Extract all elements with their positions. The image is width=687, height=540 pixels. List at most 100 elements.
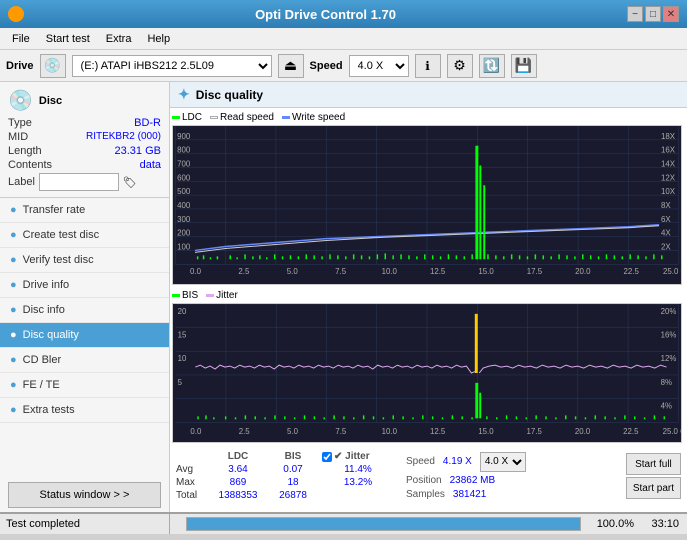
nav-create-test-disc[interactable]: ● Create test disc [0,223,169,248]
svg-text:22.5: 22.5 [624,267,640,276]
svg-text:16X: 16X [661,146,676,155]
progress-pct: 100.0% [589,518,634,530]
status-window-button[interactable]: Status window > > [8,482,161,508]
svg-text:5: 5 [178,378,183,387]
total-ldc: 1388353 [208,489,268,502]
stats-table: LDC BIS ✔ Jitter Avg 3.64 0.07 [172,450,398,502]
settings-button[interactable]: ⚙ [447,54,473,78]
close-button[interactable]: ✕ [663,6,679,22]
nav-extra-tests[interactable]: ● Extra tests [0,398,169,423]
disc-mid-value: RITEKBR2 (000) [86,131,161,143]
svg-text:17.5: 17.5 [527,267,543,276]
disc-type-value: BD-R [134,117,161,129]
disc-label-label: Label [8,176,35,188]
content-area: ✦ Disc quality LDC Read speed [170,82,687,512]
drive-select[interactable]: (E:) ATAPI iHBS212 2.5L09 [72,55,272,77]
chart2-container: BIS Jitter [172,290,685,446]
speed-info-label: Speed [406,456,435,467]
svg-text:300: 300 [177,215,191,224]
svg-text:600: 600 [177,173,191,182]
menu-start-test[interactable]: Start test [38,31,98,47]
svg-text:12%: 12% [661,354,677,363]
jitter-color-dot [206,294,214,297]
disc-title-row: 💿 Disc [8,88,161,113]
menu-file[interactable]: File [4,31,38,47]
disc-mid-row: MID RITEKBR2 (000) [8,131,161,143]
nav-disc-info[interactable]: ● Disc info [0,298,169,323]
svg-text:14X: 14X [661,159,676,168]
start-full-button[interactable]: Start full [626,453,681,475]
disc-type-label: Type [8,117,32,129]
svg-text:20.0: 20.0 [575,427,591,436]
avg-label: Avg [172,463,208,476]
svg-text:25.0 GB: 25.0 GB [663,427,682,436]
disc-contents-label: Contents [8,159,52,171]
window-controls: − □ ✕ [627,6,679,22]
svg-text:20: 20 [178,307,187,316]
speed-select[interactable]: 4.0 X [349,55,409,77]
bis-color-dot [172,294,180,297]
nav-verify-test-disc[interactable]: ● Verify test disc [0,248,169,273]
svg-text:20.0: 20.0 [575,267,591,276]
action-buttons: Start full Start part [626,450,685,502]
svg-text:200: 200 [177,229,191,238]
stats-total-row: Total 1388353 26878 [172,489,398,502]
bis-col-header: BIS [268,450,318,463]
read-speed-color-dot [210,116,218,119]
disc-length-label: Length [8,145,42,157]
content-header: ✦ Disc quality [170,82,687,108]
stats-avg-row: Avg 3.64 0.07 11.4% [172,463,398,476]
disc-length-value: 23.31 GB [115,145,161,157]
nav-items: ● Transfer rate ● Create test disc ● Ver… [0,198,169,478]
svg-text:5.0: 5.0 [287,267,299,276]
nav-cd-bler[interactable]: ● CD Bler [0,348,169,373]
disc-info-panel: 💿 Disc Type BD-R MID RITEKBR2 (000) Leng… [0,82,169,198]
chart1-legend: LDC Read speed Write speed [172,112,685,123]
minimize-button[interactable]: − [627,6,643,22]
legend-read-speed: Read speed [210,112,274,123]
nav-disc-quality[interactable]: ● Disc quality [0,323,169,348]
test-completed-label: Test completed [6,518,80,530]
svg-text:2X: 2X [661,242,671,251]
disc-mid-label: MID [8,131,28,143]
titlebar: Opti Drive Control 1.70 − □ ✕ [0,0,687,28]
nav-fe-te[interactable]: ● FE / TE [0,373,169,398]
drive-label: Drive [6,60,34,72]
stats-max-row: Max 869 18 13.2% [172,476,398,489]
disc-icon: 💿 [8,88,33,113]
start-part-button[interactable]: Start part [626,477,681,499]
time-value: 33:10 [634,518,679,530]
avg-bis: 0.07 [268,463,318,476]
jitter-checkbox[interactable] [322,452,332,462]
refresh-button[interactable]: 🔃 [479,54,505,78]
svg-text:20%: 20% [661,307,677,316]
svg-text:0.0: 0.0 [190,267,202,276]
svg-text:16%: 16% [661,331,677,340]
svg-text:15: 15 [178,331,187,340]
legend-write-speed: Write speed [282,112,345,123]
quality-icon: ✦ [178,86,190,103]
bottom-status-right: 100.0% 33:10 [170,514,687,534]
maximize-button[interactable]: □ [645,6,661,22]
chart1-container: LDC Read speed Write speed [172,112,685,288]
save-button[interactable]: 💾 [511,54,537,78]
svg-text:8X: 8X [661,201,671,210]
svg-text:12X: 12X [661,173,676,182]
nav-drive-info[interactable]: ● Drive info [0,273,169,298]
eject-button[interactable]: ⏏ [278,54,304,78]
drive-icon-btn[interactable]: 💿 [40,54,66,78]
info-button[interactable]: ℹ [415,54,441,78]
chart2-svg: 20 15 10 5 20% 16% 12% 8% 4% 0.0 2.5 5.0… [172,303,682,443]
disc-label-input[interactable] [39,173,119,191]
speed-info-select[interactable]: 4.0 X [480,452,526,472]
disc-contents-row: Contents data [8,159,161,171]
disc-label-icon[interactable]: 🏷 [123,176,137,189]
svg-text:7.5: 7.5 [335,267,347,276]
avg-ldc: 3.64 [208,463,268,476]
nav-transfer-rate[interactable]: ● Transfer rate [0,198,169,223]
bottom-status-left: Test completed [0,514,170,534]
menu-help[interactable]: Help [139,31,178,47]
svg-text:100: 100 [177,242,191,251]
menu-extra[interactable]: Extra [98,31,140,47]
legend-ldc: LDC [172,112,202,123]
